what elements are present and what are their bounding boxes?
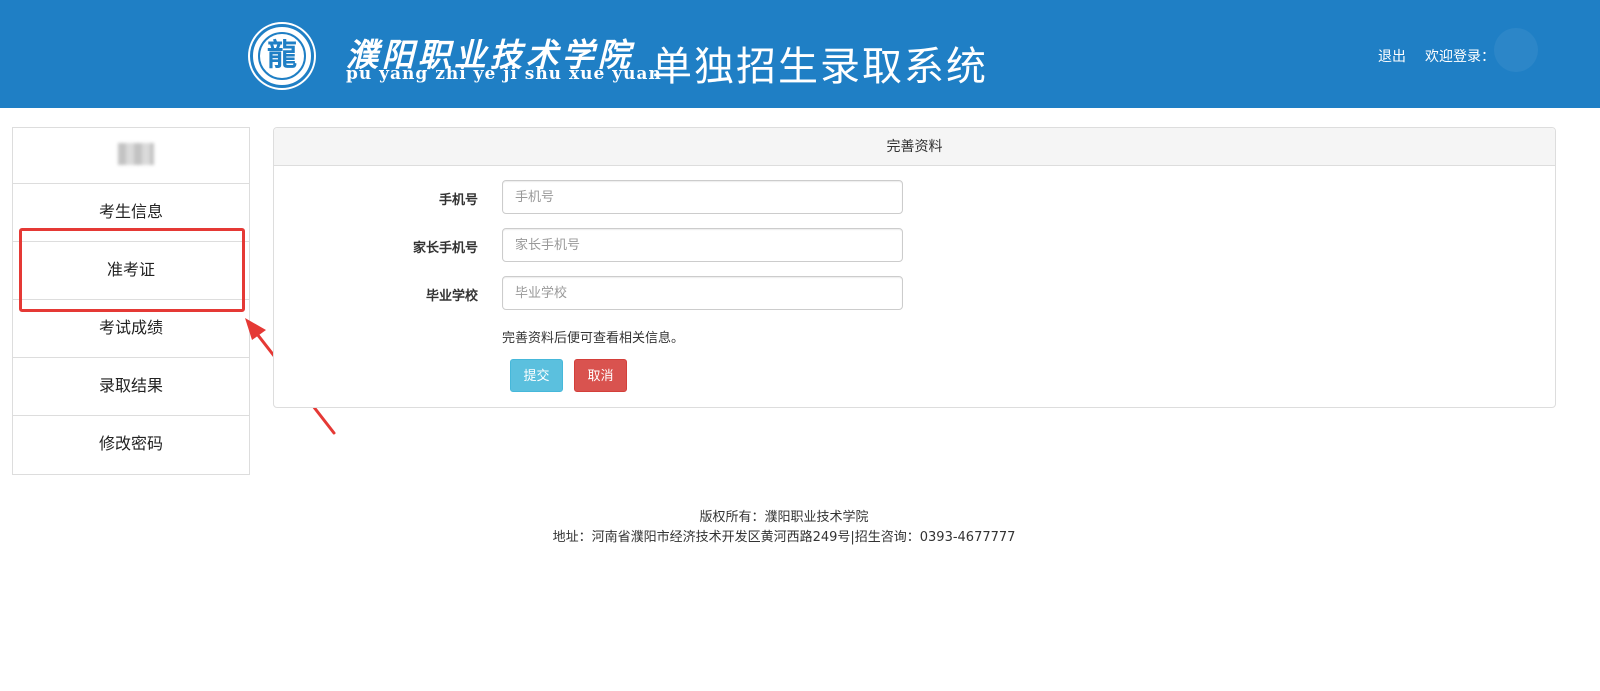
sidebar-item-change-password[interactable]: 修改密码	[13, 416, 249, 474]
system-title: 单独招生录取系统	[652, 44, 988, 90]
footer-copyright: 版权所有：濮阳职业技术学院	[699, 510, 869, 525]
parent-phone-input[interactable]	[502, 228, 903, 262]
graduated-school-label: 毕业学校	[425, 289, 478, 304]
panel-title: 完善资料	[274, 128, 1555, 166]
blurred-username	[118, 143, 154, 165]
user-avatar	[1494, 28, 1538, 72]
profile-panel: 完善资料 手机号 家长手机号 毕业学校 完善资料后便可查看相关信息。 提交 取消	[273, 127, 1556, 408]
graduated-school-input[interactable]	[502, 276, 903, 310]
emblem-dragon-glyph: 龍	[267, 38, 297, 73]
phone-label: 手机号	[438, 193, 478, 208]
footer: 版权所有：濮阳职业技术学院 地址：河南省濮阳市经济技术开发区黄河西路249号|招…	[0, 508, 1568, 548]
sidebar-item-admission-result[interactable]: 录取结果	[13, 358, 249, 416]
parent-phone-label: 家长手机号	[412, 241, 478, 256]
header-bar: 龍 濮阳职业技术学院 pu yang zhi ye ji shu xue yua…	[0, 0, 1600, 108]
cancel-button[interactable]: 取消	[574, 359, 627, 392]
school-name-pinyin: pu yang zhi ye ji shu xue yuan	[346, 64, 662, 84]
sidebar-item-exam-scores[interactable]: 考试成绩	[13, 300, 249, 358]
sidebar-item-student-info[interactable]: 考生信息	[13, 184, 249, 242]
submit-button[interactable]: 提交	[510, 359, 563, 392]
form-hint: 完善资料后便可查看相关信息。	[502, 331, 685, 346]
sidebar-nav: 考生信息 准考证 考试成绩 录取结果 修改密码	[12, 127, 250, 475]
school-emblem-icon: 龍	[250, 24, 314, 88]
sidebar-user-cell	[13, 128, 249, 184]
logout-link[interactable]: 退出	[1378, 46, 1406, 66]
footer-address: 地址：河南省濮阳市经济技术开发区黄河西路249号|招生咨询：0393-46777…	[552, 530, 1016, 545]
welcome-text: 欢迎登录：	[1425, 49, 1495, 65]
phone-input[interactable]	[502, 180, 903, 214]
sidebar-item-admission-ticket[interactable]: 准考证	[13, 242, 249, 300]
